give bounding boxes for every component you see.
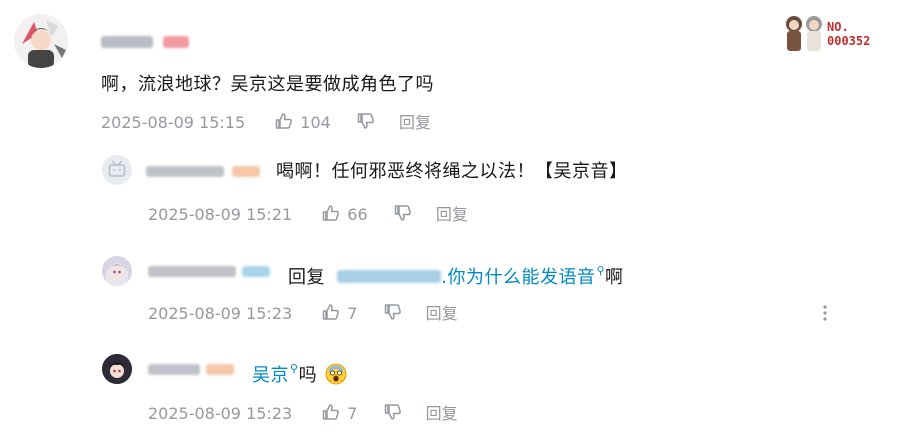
username[interactable]: [148, 266, 236, 277]
dislike-button[interactable]: [393, 205, 418, 224]
reply-meta: 2025-08-09 15:23 7 回复: [148, 302, 458, 324]
thumbs-up-icon: [323, 304, 340, 320]
like-count: 66: [347, 205, 368, 224]
reply-text: .你为什么能发语音: [441, 267, 596, 288]
screaming-face-emoji-icon: [325, 363, 347, 385]
like-count: 104: [300, 113, 331, 132]
fan-badge-label: NO.: [827, 20, 849, 34]
search-icon[interactable]: ⚲: [596, 264, 605, 277]
reply-text-line: 回复 .你为什么能发语音⚲啊: [288, 259, 624, 290]
username[interactable]: [146, 166, 224, 177]
user-level-badge: [242, 266, 270, 277]
thumbs-down-icon: [394, 205, 411, 221]
comment-time: 2025-08-09 15:15: [101, 113, 246, 132]
reply-meta: 2025-08-09 15:23 7 回复: [148, 402, 458, 424]
like-button[interactable]: 66: [321, 205, 372, 224]
user-level-badge: [232, 166, 260, 177]
comment-text: 啊，流浪地球？吴京这是要做成角色了吗: [101, 74, 434, 95]
username[interactable]: [148, 364, 200, 375]
reply-text-line: 吴京⚲吗: [252, 357, 347, 388]
avatar[interactable]: [102, 256, 132, 286]
thumbs-down-icon: [357, 113, 374, 129]
dislike-button[interactable]: [383, 304, 408, 323]
dislike-button[interactable]: [356, 113, 381, 132]
reply-time: 2025-08-09 15:23: [148, 404, 293, 423]
reply-button[interactable]: 回复: [426, 304, 458, 323]
reply-button[interactable]: 回复: [426, 404, 458, 423]
comment-meta: 2025-08-09 15:15 104 回复: [101, 111, 431, 133]
avatar[interactable]: [102, 155, 132, 185]
like-count: 7: [347, 404, 358, 423]
fan-badge-characters-icon: [786, 16, 822, 51]
reply-text: 吗: [298, 365, 318, 386]
fan-badge-number: 000352: [827, 34, 871, 48]
thumbs-down-icon: [384, 304, 401, 320]
tv-icon: [102, 155, 132, 185]
dislike-button[interactable]: [383, 404, 408, 423]
like-button[interactable]: 104: [274, 113, 336, 132]
thumbs-up-icon: [323, 205, 340, 221]
reply-text: 喝啊！任何邪恶终将绳之以法！【吴京音】: [276, 161, 628, 182]
user-level-badge: [206, 364, 234, 375]
anime-girl-dark-avatar-icon: [102, 354, 132, 384]
more-options-icon[interactable]: [820, 304, 830, 322]
avatar[interactable]: [102, 354, 132, 384]
thumbs-up-icon: [276, 113, 293, 129]
thumbs-up-icon: [323, 404, 340, 420]
reply-button[interactable]: 回复: [399, 113, 431, 132]
avatar[interactable]: [14, 14, 68, 68]
like-button[interactable]: 7: [321, 304, 362, 323]
fan-badge[interactable]: NO. 000352: [778, 12, 888, 56]
thumbs-down-icon: [384, 404, 401, 420]
like-count: 7: [347, 304, 358, 323]
reply-prefix: 回复: [288, 267, 325, 288]
mentioned-user[interactable]: [337, 270, 442, 283]
search-link[interactable]: 吴京: [252, 365, 289, 386]
user-level-badge: [163, 36, 189, 48]
character-avatar-icon: [14, 14, 68, 68]
search-icon[interactable]: ⚲: [290, 362, 299, 375]
reply-time: 2025-08-09 15:23: [148, 304, 293, 323]
like-button[interactable]: 7: [321, 404, 362, 423]
reply-tail: 啊: [605, 267, 624, 288]
anime-girl-avatar-icon: [102, 256, 132, 286]
reply-meta: 2025-08-09 15:21 66 回复: [148, 203, 468, 225]
reply-time: 2025-08-09 15:21: [148, 205, 293, 224]
reply-button[interactable]: 回复: [436, 205, 468, 224]
username[interactable]: [101, 36, 153, 48]
